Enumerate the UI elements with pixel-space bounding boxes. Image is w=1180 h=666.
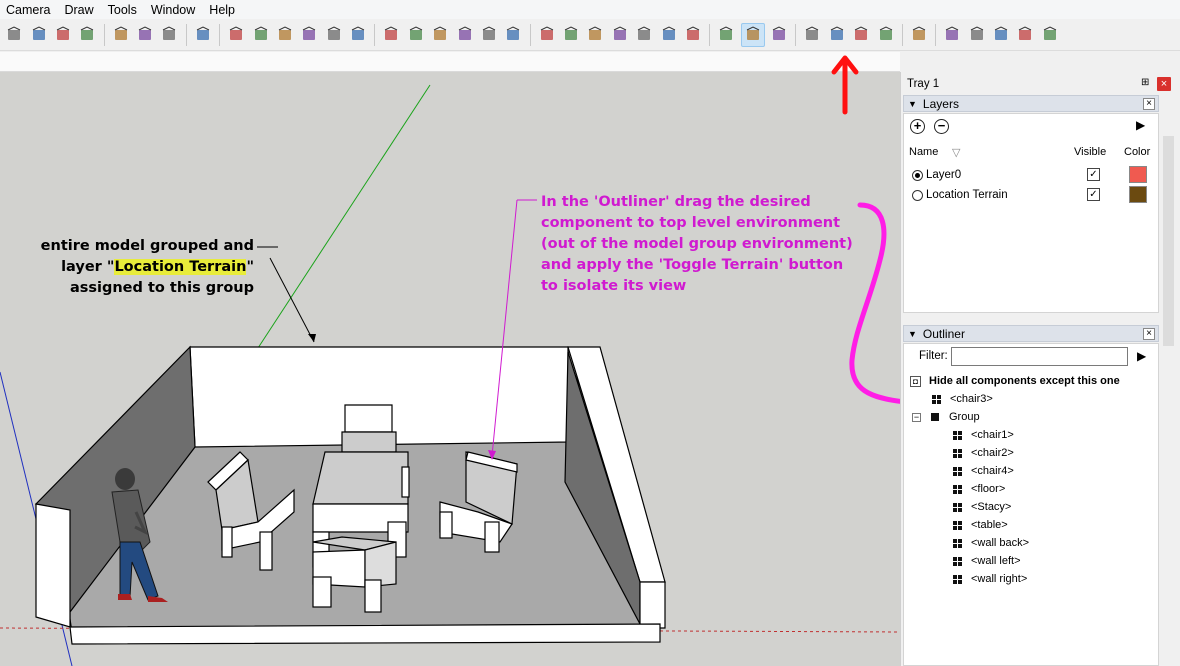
location-terrain-visible-checkbox[interactable]: ✓ — [1087, 188, 1100, 201]
layers-close-icon[interactable]: × — [1143, 98, 1155, 110]
component-icon — [953, 502, 962, 512]
tree-item-label[interactable]: <chair3> — [950, 393, 993, 405]
layers-list: + − ▶ Name ▽ Visible Color Layer0 ✓ Loca… — [903, 113, 1159, 313]
tree-item-child[interactable]: <wall right> — [953, 570, 1027, 588]
outliner-panel-header[interactable]: ▼ Outliner × — [903, 325, 1159, 342]
magenta-drag-curve — [849, 202, 908, 405]
tree-item-label[interactable]: <chair4> — [971, 465, 1014, 477]
component-icon — [953, 538, 962, 548]
tree-item-label[interactable]: <wall back> — [971, 537, 1029, 549]
tree-item-label[interactable]: Group — [949, 411, 980, 423]
layer0-visible-checkbox[interactable]: ✓ — [1087, 168, 1100, 181]
add-layer-button[interactable]: + — [910, 119, 925, 134]
collapse-arrow-icon: ▼ — [908, 98, 917, 109]
tree-item-child[interactable]: <table> — [953, 516, 1008, 534]
hide-components-icon[interactable]: ◘ — [910, 375, 921, 387]
hide-components-label[interactable]: Hide all components except this one — [929, 375, 1120, 387]
component-icon — [953, 448, 962, 458]
layer-row-location-terrain[interactable]: Location Terrain — [912, 186, 1152, 204]
scrollbar-thumb[interactable] — [1163, 136, 1174, 346]
tree-item-child[interactable]: <chair4> — [953, 462, 1014, 480]
tree-item-label[interactable]: <wall left> — [971, 555, 1021, 567]
tree-item-label[interactable]: <table> — [971, 519, 1008, 531]
component-icon — [953, 466, 962, 476]
tree-item-child[interactable]: <wall left> — [953, 552, 1021, 570]
tree-item-label[interactable]: <chair2> — [971, 447, 1014, 459]
tree-item-child[interactable]: <Stacy> — [953, 498, 1011, 516]
outliner-close-icon[interactable]: × — [1143, 328, 1155, 340]
tree-item-chair3[interactable]: <chair3> — [932, 390, 993, 408]
layer-row-layer0[interactable]: Layer0 — [912, 166, 1152, 184]
tray-pin-icon[interactable]: ⊞ — [1141, 77, 1153, 89]
layer-name[interactable]: Location Terrain — [926, 189, 1008, 201]
layers-col-name[interactable]: Name — [909, 146, 938, 158]
tree-item-child[interactable]: <wall back> — [953, 534, 1029, 552]
tray-title: Tray 1 — [907, 78, 940, 90]
hide-components-toggle[interactable]: ◘ Hide all components except this one — [910, 372, 1120, 390]
tree-item-label[interactable]: <Stacy> — [971, 501, 1011, 513]
outliner-details-icon[interactable]: ▶ — [1137, 349, 1146, 363]
active-layer-radio[interactable] — [912, 169, 923, 181]
tree-item-child[interactable]: <chair1> — [953, 426, 1014, 444]
location-terrain-color-swatch[interactable] — [1129, 186, 1147, 203]
component-icon — [953, 574, 962, 584]
tree-item-label[interactable]: <chair1> — [971, 429, 1014, 441]
collapse-arrow-icon: ▼ — [908, 328, 917, 339]
tray-close-button[interactable]: × — [1157, 77, 1171, 91]
collapse-toggle-icon[interactable]: − — [912, 412, 921, 422]
component-icon — [953, 556, 962, 566]
component-icon — [932, 394, 941, 404]
layers-panel-title: Layers — [922, 96, 959, 111]
outliner-filter-input[interactable] — [951, 347, 1128, 366]
tree-item-label[interactable]: <wall right> — [971, 573, 1027, 585]
active-layer-radio[interactable] — [912, 189, 923, 201]
tray-panel: Tray 1 ⊞ × ▼ Layers × + − ▶ Name ▽ Visib… — [900, 72, 1180, 666]
group-icon — [931, 413, 939, 421]
component-icon — [953, 484, 962, 494]
delete-layer-button[interactable]: − — [934, 119, 949, 134]
sort-icon[interactable]: ▽ — [952, 146, 960, 159]
tree-item-label[interactable]: <floor> — [971, 483, 1005, 495]
outliner-panel-title: Outliner — [922, 326, 965, 341]
layers-panel-header[interactable]: ▼ Layers × — [903, 95, 1159, 112]
layers-col-color[interactable]: Color — [1124, 146, 1150, 158]
layers-col-visible[interactable]: Visible — [1074, 146, 1106, 158]
filter-label: Filter: — [919, 350, 948, 362]
tray-scrollbar[interactable] — [1160, 96, 1177, 356]
tree-item-child[interactable]: <chair2> — [953, 444, 1014, 462]
layer0-color-swatch[interactable] — [1129, 166, 1147, 183]
layer-name[interactable]: Layer0 — [926, 169, 961, 181]
component-icon — [953, 520, 962, 530]
component-icon — [953, 430, 962, 440]
tree-item-group[interactable]: − Group — [912, 408, 980, 426]
tree-item-child[interactable]: <floor> — [953, 480, 1005, 498]
layers-details-icon[interactable]: ▶ — [1136, 118, 1145, 132]
